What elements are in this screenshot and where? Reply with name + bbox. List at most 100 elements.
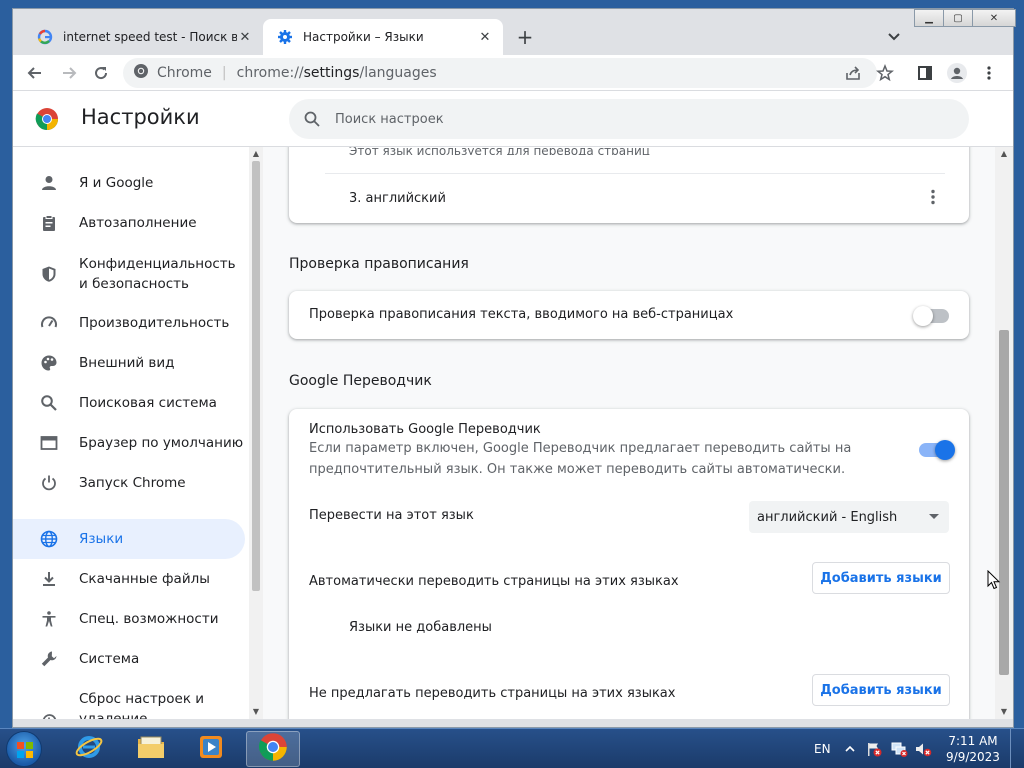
tab-title: internet speed test - Поиск в Go: [63, 30, 237, 44]
sidebar-item-on-startup[interactable]: Запуск Chrome: [13, 461, 245, 505]
share-icon[interactable]: [843, 63, 863, 83]
sidebar-item-performance[interactable]: Производительность: [13, 301, 245, 345]
shield-icon: [39, 264, 59, 284]
add-auto-translate-languages-button[interactable]: Добавить языки: [812, 562, 950, 594]
new-tab-button[interactable]: +: [513, 25, 537, 49]
history-icon: [39, 711, 59, 719]
taskbar-media-player[interactable]: [184, 731, 238, 767]
window-controls: ▁ ▢ ✕: [914, 9, 1016, 27]
close-tab-icon[interactable]: ✕: [237, 29, 253, 45]
settings-body: Я и Google Автозаполнение Конфиденциальн…: [13, 147, 1013, 719]
settings-header: Настройки Поиск настроек: [13, 91, 1013, 147]
google-g-icon: [37, 29, 53, 45]
omnibox-separator: |: [221, 65, 227, 81]
bookmark-star-icon[interactable]: [875, 63, 895, 83]
sidebar-item-autofill[interactable]: Автозаполнение: [13, 201, 245, 245]
toolbar: Chrome | chrome://settings/languages: [13, 55, 1013, 91]
close-window-button[interactable]: ✕: [972, 9, 1016, 27]
folder-icon: [136, 733, 166, 765]
toggle-knob: [935, 440, 955, 460]
maximize-button[interactable]: ▢: [943, 9, 973, 27]
site-label: Chrome: [157, 65, 212, 81]
taskbar-explorer[interactable]: [124, 731, 178, 767]
palette-icon: [39, 353, 59, 373]
scroll-up-arrow-icon[interactable]: ▲: [999, 149, 1009, 159]
sidebar-item-you-and-google[interactable]: Я и Google: [13, 161, 245, 205]
search-icon: [39, 393, 59, 413]
language-indicator[interactable]: EN: [814, 729, 831, 768]
sidebar-item-search-engine[interactable]: Поисковая система: [13, 381, 245, 425]
translate-card: Использовать Google Переводчик Если пара…: [289, 409, 969, 719]
use-translate-desc-2: предпочтительный язык. Он также может пе…: [309, 462, 846, 477]
sidebar-item-system[interactable]: Система: [13, 639, 245, 679]
tab-search-chevron-icon[interactable]: [885, 27, 903, 45]
volume-muted-icon[interactable]: [914, 729, 932, 768]
sidebar-item-reset[interactable]: Сброс настроек и удаление вредоносного: [13, 679, 245, 719]
language-item-english: 3. английский: [349, 191, 446, 206]
sidebar: Я и Google Автозаполнение Конфиденциальн…: [13, 147, 249, 719]
action-center-flag-icon[interactable]: [866, 729, 882, 768]
main-scrollbar-thumb[interactable]: [999, 330, 1009, 675]
target-language-label: Перевести на этот язык: [309, 508, 474, 523]
download-icon: [39, 569, 59, 589]
translate-section-title: Google Переводчик: [289, 373, 432, 389]
clipboard-icon: [39, 213, 59, 233]
translate-toggle[interactable]: [919, 440, 955, 460]
scroll-down-arrow-icon[interactable]: ▼: [251, 707, 261, 717]
power-icon: [39, 473, 59, 493]
settings-gear-icon: [277, 29, 293, 45]
sidebar-scrollbar[interactable]: ▲ ▼: [249, 147, 263, 719]
back-arrow-icon[interactable]: [25, 63, 45, 83]
divider: [325, 173, 945, 174]
sidebar-item-accessibility[interactable]: Спец. возможности: [13, 599, 245, 639]
languages-list-card: Этот язык используется для перевода стра…: [289, 147, 969, 223]
spellcheck-toggle[interactable]: [913, 306, 949, 326]
clock-time: 7:11 AM: [948, 734, 998, 748]
language-more-actions-icon[interactable]: [923, 187, 943, 207]
close-tab-icon[interactable]: ✕: [477, 29, 493, 45]
show-desktop-button[interactable]: [1010, 729, 1024, 768]
clipped-language-note: Этот язык используется для перевода стра…: [349, 147, 650, 155]
sidebar-item-default-browser[interactable]: Браузер по умолчанию: [13, 421, 245, 465]
show-hidden-icons-icon[interactable]: [844, 729, 856, 768]
main-scrollbar[interactable]: ▲ ▼: [995, 147, 1013, 719]
start-button[interactable]: [6, 731, 42, 767]
spellcheck-label: Проверка правописания текста, вводимого …: [309, 307, 734, 322]
target-language-select[interactable]: английский - English: [749, 501, 949, 533]
media-player-icon: [197, 733, 225, 765]
profile-avatar-icon[interactable]: [947, 63, 967, 83]
taskbar-internet-explorer[interactable]: [62, 731, 116, 767]
mouse-cursor-icon: [987, 569, 1001, 590]
side-panel-icon[interactable]: [915, 63, 935, 83]
taskbar-clock[interactable]: 7:11 AM 9/9/2023: [940, 733, 1006, 765]
address-bar[interactable]: Chrome | chrome://settings/languages: [123, 58, 877, 88]
settings-search-input[interactable]: Поиск настроек: [289, 99, 969, 139]
taskbar: EN 7:11 AM 9/9/2023: [0, 728, 1024, 768]
sidebar-item-privacy[interactable]: Конфиденциальность и безопасность: [13, 243, 245, 305]
main-content: Этот язык используется для перевода стра…: [263, 147, 995, 719]
taskbar-chrome[interactable]: [246, 731, 300, 767]
wrench-icon: [39, 649, 59, 669]
search-placeholder: Поиск настроек: [335, 111, 444, 127]
tab-google-search[interactable]: internet speed test - Поиск в Go ✕: [23, 19, 263, 55]
never-translate-label: Не предлагать переводить страницы на эти…: [309, 686, 676, 701]
kebab-menu-icon[interactable]: [979, 63, 999, 83]
add-never-translate-languages-button[interactable]: Добавить языки: [812, 674, 950, 706]
scroll-up-arrow-icon[interactable]: ▲: [251, 149, 261, 159]
sidebar-item-appearance[interactable]: Внешний вид: [13, 341, 245, 385]
scroll-down-arrow-icon[interactable]: ▼: [999, 707, 1009, 717]
minimize-button[interactable]: ▁: [914, 9, 944, 27]
browser-window-icon: [39, 433, 59, 453]
forward-arrow-icon[interactable]: [59, 63, 79, 83]
sidebar-scrollbar-thumb[interactable]: [252, 161, 260, 591]
reload-icon[interactable]: [91, 63, 111, 83]
chrome-logo-icon: [133, 63, 149, 83]
network-icon[interactable]: [890, 729, 908, 768]
accessibility-icon: [39, 609, 59, 629]
person-icon: [39, 173, 59, 193]
target-language-value: английский - English: [757, 509, 898, 525]
sidebar-item-languages[interactable]: Языки: [13, 519, 245, 559]
sidebar-item-downloads[interactable]: Скачанные файлы: [13, 559, 245, 599]
spellcheck-card: Проверка правописания текста, вводимого …: [289, 291, 969, 339]
tab-settings-languages[interactable]: Настройки – Языки ✕: [263, 19, 503, 55]
